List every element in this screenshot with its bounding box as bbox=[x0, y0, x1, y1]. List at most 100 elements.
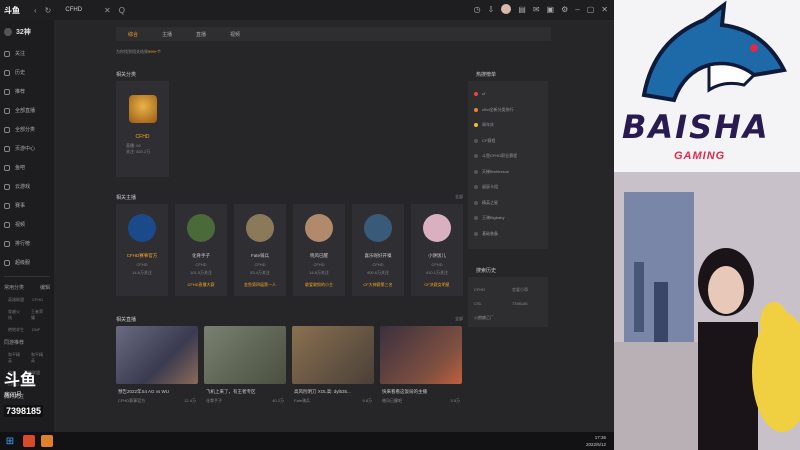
lives-more-link[interactable]: 全部 bbox=[455, 316, 463, 322]
hot-search-item[interactable]: 诞辰卡组 bbox=[474, 184, 498, 190]
settings-icon[interactable]: ⚙ bbox=[561, 5, 568, 14]
sidebar-item[interactable]: 排行榜 bbox=[0, 234, 54, 253]
hot-search-item[interactable]: 天梯Bmhiresue bbox=[474, 169, 509, 175]
anchor-avatar bbox=[187, 214, 215, 242]
hot-search-item[interactable]: cfhd全新分类排行 bbox=[474, 107, 514, 113]
hot-search-item[interactable]: 王骑Bigbaby bbox=[474, 215, 504, 221]
anchor-badge: CFHD直播大赛 bbox=[187, 282, 215, 287]
sidebar-sub-link[interactable]: CFHD bbox=[32, 297, 43, 303]
hot-search-item[interactable]: 基础装备 bbox=[474, 231, 498, 237]
sidebar-item[interactable]: 视频 bbox=[0, 215, 54, 234]
sidebar-item[interactable]: 鱼吧 bbox=[0, 158, 54, 177]
search-history-item[interactable]: 火麒麟乙厂 bbox=[474, 315, 494, 321]
user-avatar[interactable] bbox=[501, 4, 512, 14]
window-close-icon[interactable]: ✕ bbox=[601, 5, 608, 14]
hot-search-item[interactable]: CF赛程 bbox=[474, 138, 495, 144]
sidebar-sub-link[interactable]: 穿越火线 bbox=[8, 309, 23, 321]
live-card[interactable]: 高风险明刀 XOL高: dyl535... Fate骑兵 9.8万 bbox=[292, 326, 374, 410]
rank-dot bbox=[474, 138, 478, 143]
windows-start-icon[interactable]: ⊞ bbox=[3, 434, 17, 448]
hot-search-item[interactable]: 周年庆 bbox=[474, 122, 494, 128]
tab-2[interactable]: 主播 bbox=[162, 31, 172, 38]
clear-search-icon[interactable]: ✕ bbox=[104, 6, 111, 15]
anchor-card[interactable]: CFHD赛事官方 CFHD 14.6万关注 bbox=[116, 204, 168, 296]
anchor-card[interactable]: 喜乐呢好开嗓 CFHD 409.6万关注 CF大神赛第三名 bbox=[352, 204, 404, 296]
heart-icon bbox=[4, 50, 10, 57]
live-card[interactable]: 飞机上来了，有王者专区 化骨手子 40.2万 bbox=[204, 326, 286, 410]
tab-3[interactable]: 直播 bbox=[196, 31, 206, 38]
system-tray-clock[interactable]: 17:36 2022/6/12 bbox=[586, 434, 606, 448]
sidebar-item[interactable]: 超级服 bbox=[0, 253, 54, 272]
sidebar-item[interactable]: 关注 bbox=[0, 44, 54, 63]
search-history-item[interactable]: 7398185 bbox=[512, 301, 528, 306]
live-thumbnail bbox=[116, 326, 198, 384]
sidebar-divider bbox=[4, 276, 50, 277]
search-history-item[interactable]: CSL bbox=[474, 301, 482, 306]
category-card[interactable]: CFHD 直播: 92 关注: 820.2万 bbox=[116, 81, 169, 177]
sidebar-item-label: 历史 bbox=[15, 70, 26, 76]
gift-icon[interactable]: ▣ bbox=[547, 5, 555, 14]
sidebar-item[interactable]: 页游中心 bbox=[0, 139, 54, 158]
hot-search-item[interactable]: cf bbox=[474, 91, 485, 96]
refresh-icon[interactable]: ↻ bbox=[45, 6, 52, 15]
clock-icon[interactable]: ◷ bbox=[474, 5, 481, 14]
search-icon[interactable]: Q bbox=[119, 6, 125, 15]
anchor-card[interactable]: 晓风已醒 CFHD 14.8万关注 敢爱敢恨的小主 bbox=[293, 204, 345, 296]
sidebar-sub-link[interactable]: DNF bbox=[32, 327, 40, 333]
edit-link[interactable]: 编辑 bbox=[40, 284, 50, 291]
tab-4[interactable]: 视频 bbox=[230, 31, 240, 38]
section-title: 相关分类 bbox=[116, 72, 137, 78]
search-history-item[interactable]: 恋爱小哥 bbox=[512, 287, 528, 293]
anchors-more-link[interactable]: 全部 bbox=[455, 194, 463, 200]
sidebar-sub-row: 绝地求生 DNF bbox=[0, 324, 54, 336]
sidebar-item[interactable]: 云游戏 bbox=[0, 177, 54, 196]
hot-search-item[interactable]: 斗鱼CFHD职业赛程 bbox=[474, 153, 517, 159]
anchor-card[interactable]: 小饼饭儿 CFHD 410.1万关注 CF决赛女明星 bbox=[411, 204, 463, 296]
search-tab[interactable]: CFHD bbox=[65, 7, 82, 13]
download-icon[interactable]: ⇩ bbox=[488, 5, 495, 14]
sidebar-item[interactable]: 赛事 bbox=[0, 196, 54, 215]
live-card[interactable]: 快来看看这饭局的主播 晓风已醒吧 3.5万 bbox=[380, 326, 462, 410]
sidebar-item[interactable]: 全部直播 bbox=[0, 101, 54, 120]
anchor-fans: 409.6万关注 bbox=[366, 270, 389, 275]
anchor-game: CFHD bbox=[313, 262, 325, 267]
obs-app-icon[interactable] bbox=[41, 435, 53, 447]
titlebar-controls: ◷ ⇩ ▤ ✉ ▣ ⚙ – ▢ ✕ bbox=[474, 4, 608, 14]
tab-1[interactable]: 综合 bbox=[128, 31, 138, 38]
sidebar-profile[interactable]: 32神 bbox=[0, 20, 54, 44]
back-icon[interactable]: ‹ bbox=[34, 6, 37, 15]
live-card[interactable]: 预告2022年S4 AG vs WU CFHD赛事官方 12.4万 bbox=[116, 326, 198, 410]
rank-dot bbox=[474, 231, 478, 236]
sidebar-sub-link[interactable]: 英雄联盟 bbox=[8, 297, 24, 303]
sidebar-sub-link[interactable]: 绝地求生 bbox=[8, 327, 24, 333]
sidebar-sub-link[interactable]: 王者荣耀 bbox=[31, 309, 46, 321]
anchor-badge: CF决赛女明星 bbox=[424, 282, 450, 287]
anchor-card[interactable]: Fate骑兵 CFHD 53.4万关注 金鱼第四届第一人 bbox=[234, 204, 286, 296]
sidebar-item-label: 全部直播 bbox=[15, 108, 36, 114]
sidebar-item[interactable]: 全部分类 bbox=[0, 120, 54, 139]
douyu-logo: 斗鱼 bbox=[4, 5, 20, 15]
live-thumbnail bbox=[292, 326, 374, 384]
live-views: 12.4万 bbox=[184, 398, 196, 403]
profile-icon bbox=[4, 28, 12, 36]
anchor-fans: 14.8万关注 bbox=[309, 270, 329, 275]
hot-search-item[interactable]: 精英之星 bbox=[474, 200, 498, 206]
anchor-avatar bbox=[423, 214, 451, 242]
message-icon[interactable]: ✉ bbox=[533, 5, 540, 14]
maximize-icon[interactable]: ▢ bbox=[587, 5, 595, 14]
rank-dot bbox=[474, 216, 478, 220]
hot-search-text: 基础装备 bbox=[482, 230, 498, 236]
sidebar-item[interactable]: 推荐 bbox=[0, 82, 54, 101]
sidebar-item[interactable]: 历史 bbox=[0, 63, 54, 82]
task-icon[interactable]: ▤ bbox=[518, 5, 526, 14]
search-history-item[interactable]: CFHD bbox=[474, 287, 485, 292]
hot-search-text: 诞辰卡组 bbox=[482, 184, 498, 189]
group-title: 常用分类 bbox=[4, 285, 25, 291]
section-title: 相关直播 bbox=[116, 317, 137, 323]
hot-search-text: cfhd全新分类排行 bbox=[482, 106, 514, 112]
anchor-card[interactable]: 化骨手子 CFHD 101.5万关注 CFHD直播大赛 bbox=[175, 204, 227, 296]
live-anchor: 晓风已醒吧 bbox=[382, 398, 402, 403]
minimize-icon[interactable]: – bbox=[575, 5, 579, 14]
douyu-app-icon[interactable] bbox=[23, 435, 35, 447]
hot-search-panel: 热搜榜单 cf cfhd全新分类排行 周年庆 CF赛程 斗鱼CFHD职业赛程 天梯Bmhi… bbox=[468, 72, 548, 249]
